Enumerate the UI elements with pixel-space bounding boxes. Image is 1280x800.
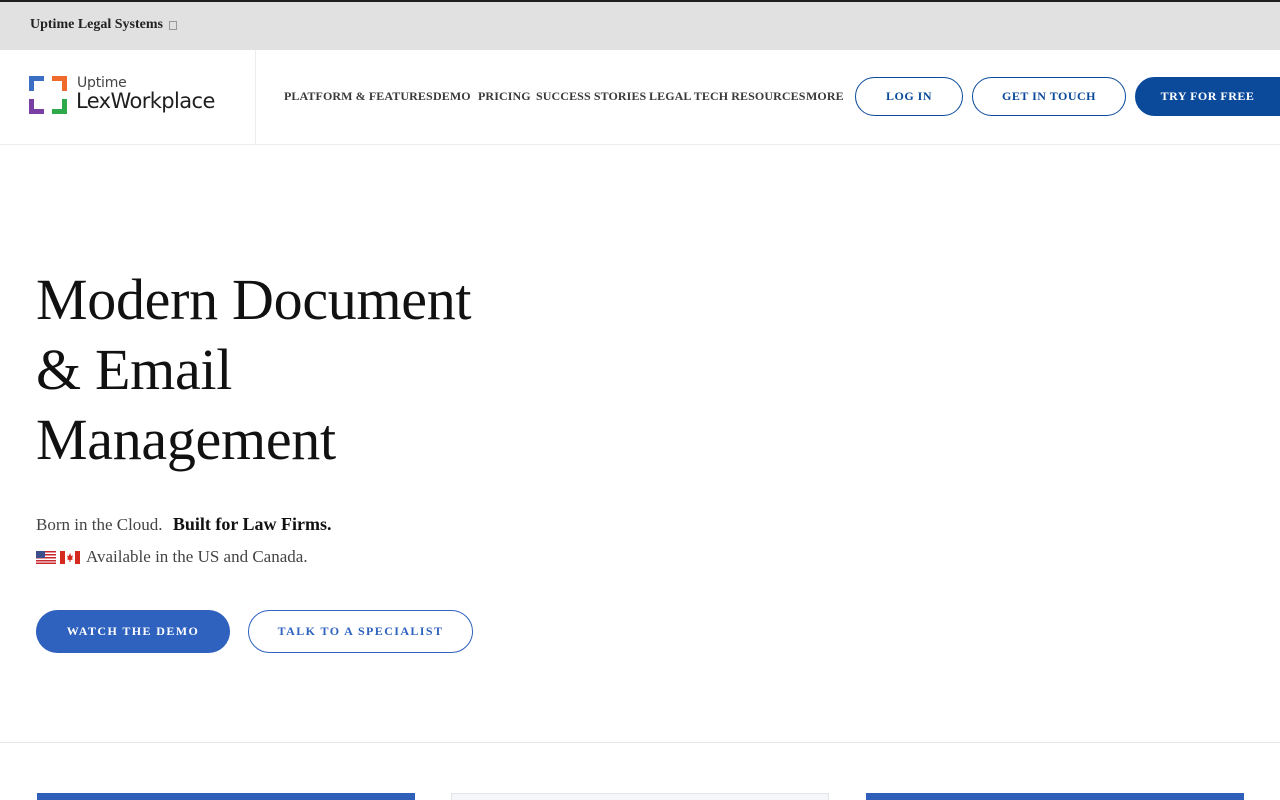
nav-legal-tech-resources[interactable]: LEGAL TECH RESOURCES (649, 89, 806, 104)
external-link-icon (169, 21, 177, 30)
hero-subtitle-plain: Born in the Cloud. (36, 515, 163, 534)
availability-text: Available in the US and Canada. (86, 547, 308, 566)
feature-card-2[interactable] (451, 793, 829, 800)
logo[interactable]: Uptime LexWorkplace (0, 50, 256, 145)
availability-line: Available in the US and Canada. (36, 547, 308, 567)
feature-card-3[interactable] (866, 793, 1244, 800)
site-header: Uptime LexWorkplace PLATFORM & FEATURES … (0, 50, 1280, 145)
hero-subtitle: Born in the Cloud. Built for Law Firms. (36, 514, 331, 535)
nav-demo[interactable]: DEMO (433, 89, 471, 104)
company-link[interactable]: Uptime Legal Systems (30, 17, 163, 33)
hero-title-line-3: Management (36, 407, 336, 472)
nav-pricing[interactable]: PRICING (478, 89, 531, 104)
hero-title-line-1: Modern Document (36, 267, 472, 332)
watch-demo-button[interactable]: WATCH THE DEMO (36, 610, 230, 653)
top-bar: Uptime Legal Systems (0, 2, 1280, 50)
canada-flag-icon (60, 550, 80, 564)
hero-subtitle-bold: Built for Law Firms. (172, 514, 332, 534)
hero-title: Modern Document & Email Management (36, 265, 556, 475)
nav-more[interactable]: MORE (806, 89, 844, 104)
hero-title-line-2: & Email (36, 337, 233, 402)
get-in-touch-button[interactable]: GET IN TOUCH (972, 77, 1126, 116)
login-button[interactable]: LOG IN (855, 77, 963, 116)
talk-to-specialist-button[interactable]: TALK TO A SPECIALIST (248, 610, 473, 653)
nav-platform-features[interactable]: PLATFORM & FEATURES (284, 89, 433, 104)
logo-text-big: LexWorkplace (76, 89, 215, 113)
section-divider (0, 742, 1280, 743)
us-flag-icon (36, 550, 56, 564)
feature-card-1[interactable] (37, 793, 415, 800)
lexworkplace-logo-icon (29, 76, 67, 114)
try-for-free-button[interactable]: TRY FOR FREE (1135, 77, 1280, 116)
nav-success-stories[interactable]: SUCCESS STORIES (536, 89, 646, 104)
